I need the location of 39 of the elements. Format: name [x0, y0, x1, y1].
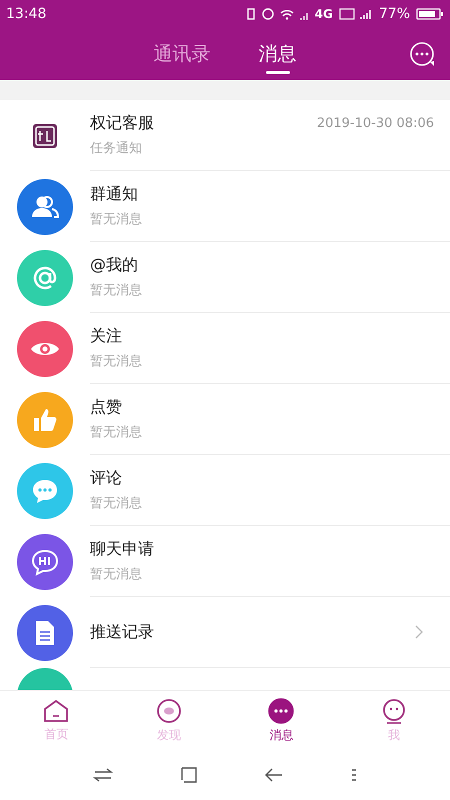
row-title: 评论	[90, 467, 123, 490]
row-title: 聊天申请	[90, 538, 155, 560]
tab-bar-item[interactable]: 消息	[225, 691, 338, 750]
hi-bubble-icon	[30, 548, 60, 576]
row-title: 关注	[90, 325, 123, 348]
smiley-icon	[380, 698, 407, 724]
home-button-icon[interactable]	[180, 766, 198, 784]
row-subtitle: 暂无消息	[90, 211, 143, 230]
home-icon	[43, 698, 70, 722]
row-subtitle: 暂无消息	[90, 495, 143, 514]
row-subtitle: 暂无消息	[90, 566, 143, 584]
alarm-icon	[262, 8, 274, 20]
clock: 13:48	[6, 4, 46, 24]
compass-icon	[156, 698, 182, 724]
row-subtitle: 暂无消息	[90, 282, 143, 300]
row-title: 点赞	[90, 396, 123, 418]
row-subtitle: 暂无消息	[90, 424, 143, 442]
network-label: 4G	[314, 6, 333, 23]
row-subtitle: 暂无消息	[90, 353, 143, 372]
row-title: 推送记录	[90, 621, 155, 643]
chat-menu-icon[interactable]	[408, 40, 436, 68]
logo-icon	[32, 122, 58, 148]
battery-icon	[416, 7, 444, 21]
back-icon[interactable]	[264, 767, 284, 783]
chat-icon	[268, 698, 294, 724]
document-icon	[33, 618, 57, 646]
row-subtitle: 任务通知	[90, 140, 143, 158]
battery-percent: 77%	[378, 4, 410, 24]
row-title: @我的	[90, 254, 139, 276]
menu-icon[interactable]	[350, 768, 357, 782]
recent-apps-icon[interactable]	[93, 767, 114, 783]
vibrate-icon	[246, 7, 256, 21]
row-title: 群通知	[90, 183, 139, 206]
timestamp: 2019-10-30 08:06	[316, 115, 434, 133]
header-tab[interactable]: 消息	[258, 28, 296, 80]
header-tab[interactable]: 通讯录	[154, 28, 210, 80]
wifi-icon	[280, 8, 294, 20]
row-title: 权记客服	[90, 112, 155, 134]
hd-signal-icon	[338, 7, 373, 21]
